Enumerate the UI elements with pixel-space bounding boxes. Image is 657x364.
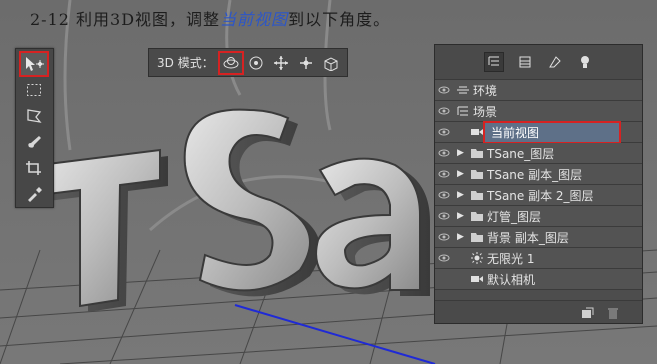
eye-icon[interactable]: [435, 149, 453, 157]
folder-icon: [467, 189, 487, 201]
3d-scene-panel: 环境 场景 当前视图 ▶ TSane_图层 ▶ TSane 副本_图层 ▶ TS…: [434, 44, 643, 324]
tools-panel: [15, 48, 54, 208]
eye-icon[interactable]: [435, 212, 453, 220]
expand-arrow-icon[interactable]: ▶: [457, 232, 467, 242]
mesh-icon: [519, 56, 530, 68]
panel-tab-bar: [435, 45, 642, 80]
mesh-tab[interactable]: [516, 53, 534, 71]
folder-icon: [467, 168, 487, 180]
pan-mode[interactable]: [270, 53, 292, 73]
eye-icon[interactable]: [435, 254, 453, 262]
move-3d-tool[interactable]: [19, 51, 49, 77]
expand-arrow-icon[interactable]: ▶: [457, 148, 467, 158]
new-light-button[interactable]: [580, 305, 594, 324]
photoshop-3d-workspace: 2-12 利用3D视图，调整当前视图到以下角度。 3D 模式： 环境 场景 当前…: [0, 0, 657, 364]
delete-button[interactable]: [607, 305, 619, 324]
list-item-layer[interactable]: ▶ 灯管_图层: [435, 206, 642, 227]
material-tab[interactable]: [546, 53, 564, 71]
3d-mode-label: 3D 模式：: [157, 56, 214, 70]
scene-filter-icon: [488, 56, 499, 66]
caption-highlight: 当前视图: [220, 10, 289, 29]
layer-label: TSane 副本_图层: [487, 167, 583, 182]
layer-label: TSane_图层: [487, 146, 555, 161]
new-item-icon: [582, 307, 594, 318]
marquee-tool[interactable]: [21, 79, 47, 101]
list-item-infinite-light[interactable]: 无限光 1: [435, 248, 642, 269]
list-item-layer[interactable]: ▶ TSane 副本_图层: [435, 164, 642, 185]
orbit-icon: [223, 56, 239, 68]
layer-label: 默认相机: [487, 272, 536, 287]
folder-icon: [467, 231, 487, 243]
layer-label: TSane 副本 2_图层: [487, 188, 594, 203]
layer-label: 环境: [473, 83, 498, 98]
layer-label: 灯管_图层: [487, 209, 542, 224]
camera-icon: [467, 274, 487, 284]
eye-icon[interactable]: [435, 191, 453, 199]
eye-icon[interactable]: [435, 170, 453, 178]
camera-icon: [467, 127, 487, 137]
caption-prefix: 2-12 利用3D视图，调整: [30, 10, 221, 29]
list-item-layer[interactable]: ▶ TSane_图层: [435, 143, 642, 164]
instruction-caption: 2-12 利用3D视图，调整当前视图到以下角度。: [30, 6, 390, 30]
roll-icon: [249, 56, 263, 69]
list-item-environment[interactable]: 环境: [435, 80, 642, 101]
eye-icon[interactable]: [435, 86, 453, 94]
brush-tool[interactable]: [21, 131, 47, 153]
list-item-scene[interactable]: 场景: [435, 101, 642, 122]
layer-label: 无限光 1: [487, 251, 535, 266]
light-tab[interactable]: [576, 53, 594, 71]
eye-icon[interactable]: [435, 107, 453, 115]
crop-tool[interactable]: [21, 157, 47, 179]
folder-icon: [467, 210, 487, 222]
slide-mode[interactable]: [295, 53, 317, 73]
list-item-current-view[interactable]: 当前视图: [435, 120, 642, 144]
list-item-default-camera[interactable]: 默认相机: [435, 269, 642, 290]
scene-layer-list: 环境 场景 当前视图 ▶ TSane_图层 ▶ TSane 副本_图层 ▶ TS…: [435, 80, 642, 290]
scale-icon: [324, 56, 338, 71]
material-icon: [548, 56, 561, 68]
caption-suffix: 到以下角度。: [288, 10, 391, 29]
expand-arrow-icon[interactable]: ▶: [457, 190, 467, 200]
trash-icon: [608, 308, 618, 319]
folder-icon: [467, 147, 487, 159]
expand-arrow-icon[interactable]: ▶: [457, 169, 467, 179]
list-item-layer[interactable]: ▶ TSane 副本 2_图层: [435, 185, 642, 206]
brush-icon: [28, 136, 41, 148]
3d-mode-bar: 3D 模式：: [148, 48, 348, 77]
scene-tab[interactable]: [483, 52, 504, 72]
move-arrow-icon: [26, 57, 44, 71]
crop-icon: [26, 161, 41, 175]
marquee-icon: [27, 84, 41, 96]
panel-footer: [435, 300, 642, 323]
layer-label: 场景: [473, 104, 498, 119]
lasso-tool[interactable]: [21, 105, 47, 127]
infinite-light-icon: [467, 252, 487, 264]
roll-mode[interactable]: [245, 53, 267, 73]
scene-icon: [453, 105, 473, 117]
layer-label: 当前视图: [483, 120, 621, 144]
eye-icon[interactable]: [435, 233, 453, 241]
eyedropper-tool[interactable]: [21, 183, 47, 205]
lasso-icon: [27, 109, 42, 123]
expand-arrow-icon[interactable]: ▶: [457, 211, 467, 221]
scale-mode[interactable]: [320, 53, 342, 73]
layer-label: 背景 副本_图层: [487, 230, 569, 245]
eye-icon[interactable]: [435, 128, 453, 136]
environment-icon: [453, 84, 473, 96]
light-bulb-icon: [580, 56, 589, 68]
list-item-layer[interactable]: ▶ 背景 副本_图层: [435, 227, 642, 248]
orbit-mode[interactable]: [217, 50, 244, 75]
eyedropper-icon: [28, 187, 42, 202]
slide-icon: [299, 56, 312, 69]
pan-icon: [273, 55, 288, 70]
